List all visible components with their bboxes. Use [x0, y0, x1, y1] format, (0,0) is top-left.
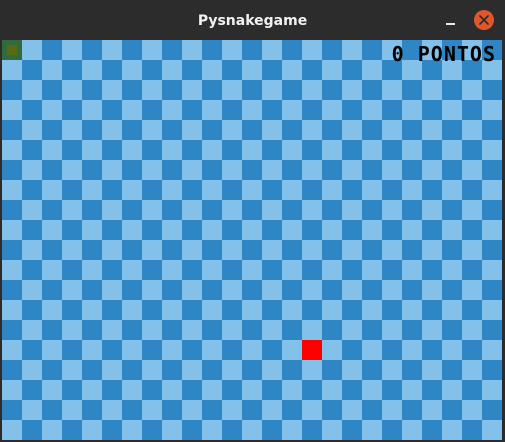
game-board[interactable]: 0 PONTOS: [2, 40, 502, 440]
window-title: Pysnakegame: [197, 13, 308, 29]
game-window: Pysnakegame 0 PONTOS: [0, 0, 505, 442]
food-item: [302, 340, 322, 360]
snake-head: [2, 40, 22, 60]
close-button[interactable]: [474, 10, 494, 30]
minimize-icon: [446, 23, 455, 25]
score-label: 0 PONTOS: [391, 42, 496, 66]
minimize-button[interactable]: [440, 10, 462, 30]
title-bar: Pysnakegame: [0, 0, 505, 40]
close-icon: [479, 15, 489, 25]
